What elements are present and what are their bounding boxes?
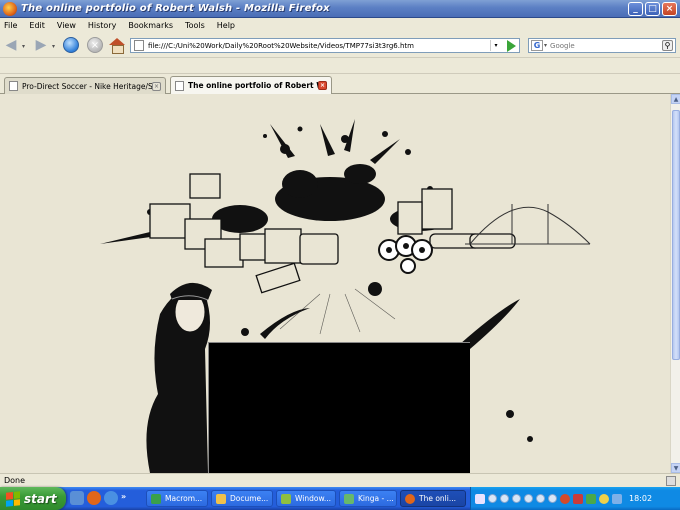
windows-app-icon bbox=[281, 493, 291, 504]
quick-launch: » bbox=[70, 491, 126, 505]
menu-view[interactable]: View bbox=[57, 21, 76, 30]
tab-close-icon[interactable]: × bbox=[152, 81, 161, 91]
go-button[interactable] bbox=[507, 40, 516, 52]
media-volume-button[interactable] bbox=[548, 494, 557, 503]
scroll-down-button[interactable]: ▼ bbox=[671, 463, 680, 473]
menu-tools[interactable]: Tools bbox=[185, 21, 205, 30]
taskbar-item-kinga[interactable]: Kinga - ... bbox=[339, 490, 397, 507]
status-bar: Done bbox=[0, 473, 680, 487]
window-title-bar[interactable]: The online portfolio of Robert Walsh - M… bbox=[0, 0, 680, 18]
maximize-button[interactable]: □ bbox=[645, 2, 660, 16]
menu-bar: File Edit View History Bookmarks Tools H… bbox=[0, 18, 680, 32]
window-title: The online portfolio of Robert Walsh - M… bbox=[21, 3, 330, 14]
system-tray: 18:02 bbox=[470, 487, 680, 510]
forward-button[interactable]: ▶ bbox=[32, 36, 50, 54]
search-engine-dropdown[interactable]: ▾ bbox=[544, 42, 547, 49]
vertical-scrollbar[interactable]: ▲ ▼ bbox=[670, 94, 680, 473]
taskbar-item-macromedia[interactable]: Macrom... bbox=[146, 490, 208, 507]
firefox-icon bbox=[405, 493, 415, 504]
media-pause-button[interactable] bbox=[512, 494, 521, 503]
stop-icon: × bbox=[87, 37, 103, 53]
media-next-button[interactable] bbox=[536, 494, 545, 503]
home-button[interactable] bbox=[108, 36, 126, 54]
close-button[interactable]: × bbox=[662, 2, 677, 16]
search-bar[interactable]: G ▾ ⚲ bbox=[528, 38, 676, 53]
macromedia-icon bbox=[151, 493, 161, 504]
address-bar[interactable]: ▾ bbox=[130, 38, 520, 53]
search-icon[interactable]: ⚲ bbox=[662, 40, 673, 51]
menu-history[interactable]: History bbox=[88, 21, 116, 30]
forward-arrow-icon: ▶ bbox=[35, 37, 47, 53]
url-input[interactable] bbox=[148, 41, 488, 50]
tab-label: The online portfolio of Robert Wa... bbox=[188, 81, 318, 90]
status-text: Done bbox=[4, 476, 26, 485]
forward-history-dropdown[interactable]: ▾ bbox=[52, 43, 55, 50]
tab-robert-walsh-portfolio[interactable]: The online portfolio of Robert Wa... × bbox=[170, 76, 332, 94]
taskbar-item-documents[interactable]: Docume... bbox=[211, 490, 273, 507]
language-flag-icon[interactable] bbox=[573, 493, 583, 504]
menu-file[interactable]: File bbox=[4, 21, 17, 30]
video-player[interactable] bbox=[208, 342, 470, 473]
tab-label: Pro-Direct Soccer - Nike Heritage/Spe... bbox=[22, 81, 152, 91]
show-desktop-icon[interactable] bbox=[70, 491, 84, 505]
tab-pro-direct-soccer[interactable]: Pro-Direct Soccer - Nike Heritage/Spe...… bbox=[4, 77, 166, 94]
tab-close-icon[interactable]: × bbox=[318, 81, 327, 90]
menu-bookmarks[interactable]: Bookmarks bbox=[128, 21, 173, 30]
back-history-dropdown[interactable]: ▾ bbox=[22, 43, 25, 50]
start-label: start bbox=[24, 491, 57, 506]
windows-flag-icon bbox=[6, 490, 20, 507]
tab-bar: Pro-Direct Soccer - Nike Heritage/Spe...… bbox=[0, 74, 680, 94]
firefox-logo-icon bbox=[3, 1, 17, 16]
media-play-button[interactable] bbox=[500, 494, 509, 503]
google-engine-icon[interactable]: G bbox=[531, 40, 543, 51]
messenger-icon bbox=[344, 493, 354, 504]
messenger-tray-icon[interactable] bbox=[599, 493, 609, 504]
back-arrow-icon: ◀ bbox=[5, 37, 17, 53]
navigation-toolbar: ◀ ▾ ▶ ▾ × ▾ G ▾ ⚲ bbox=[0, 32, 680, 58]
bookmarks-toolbar bbox=[0, 58, 680, 74]
taskbar-clock: 18:02 bbox=[629, 494, 653, 503]
stop-button[interactable]: × bbox=[86, 36, 104, 54]
windows-taskbar: start » Macrom... Docume... Window... Ki… bbox=[0, 487, 680, 510]
search-input[interactable] bbox=[550, 41, 651, 50]
internet-explorer-icon[interactable] bbox=[104, 491, 118, 505]
home-icon bbox=[109, 38, 125, 54]
firefox-quick-icon[interactable] bbox=[87, 491, 101, 505]
scroll-up-button[interactable]: ▲ bbox=[671, 94, 680, 104]
tray-shield-icon[interactable] bbox=[560, 493, 570, 504]
page-favicon-icon bbox=[9, 81, 18, 91]
start-button[interactable]: start bbox=[0, 487, 66, 510]
reload-button[interactable] bbox=[62, 36, 80, 54]
back-button[interactable]: ◀ bbox=[2, 36, 20, 54]
page-content bbox=[0, 94, 670, 473]
media-player-icon[interactable] bbox=[475, 493, 485, 504]
page-favicon-icon bbox=[175, 80, 184, 91]
network-icon[interactable] bbox=[586, 493, 596, 504]
taskbar-item-windows[interactable]: Window... bbox=[276, 490, 336, 507]
url-history-dropdown[interactable]: ▾ bbox=[490, 40, 501, 51]
taskbar-item-firefox[interactable]: The onli... bbox=[400, 490, 466, 507]
reload-icon bbox=[63, 37, 79, 53]
page-icon bbox=[134, 40, 144, 51]
folder-icon bbox=[216, 493, 226, 504]
volume-icon[interactable] bbox=[612, 493, 622, 504]
status-icon bbox=[666, 476, 676, 486]
media-prev-button[interactable] bbox=[488, 494, 497, 503]
quick-launch-more[interactable]: » bbox=[121, 492, 126, 505]
menu-edit[interactable]: Edit bbox=[29, 21, 45, 30]
minimize-button[interactable]: _ bbox=[628, 2, 643, 16]
media-stop-button[interactable] bbox=[524, 494, 533, 503]
menu-help[interactable]: Help bbox=[217, 21, 235, 30]
window-controls: _ □ × bbox=[628, 2, 677, 16]
scroll-thumb[interactable] bbox=[672, 110, 680, 360]
